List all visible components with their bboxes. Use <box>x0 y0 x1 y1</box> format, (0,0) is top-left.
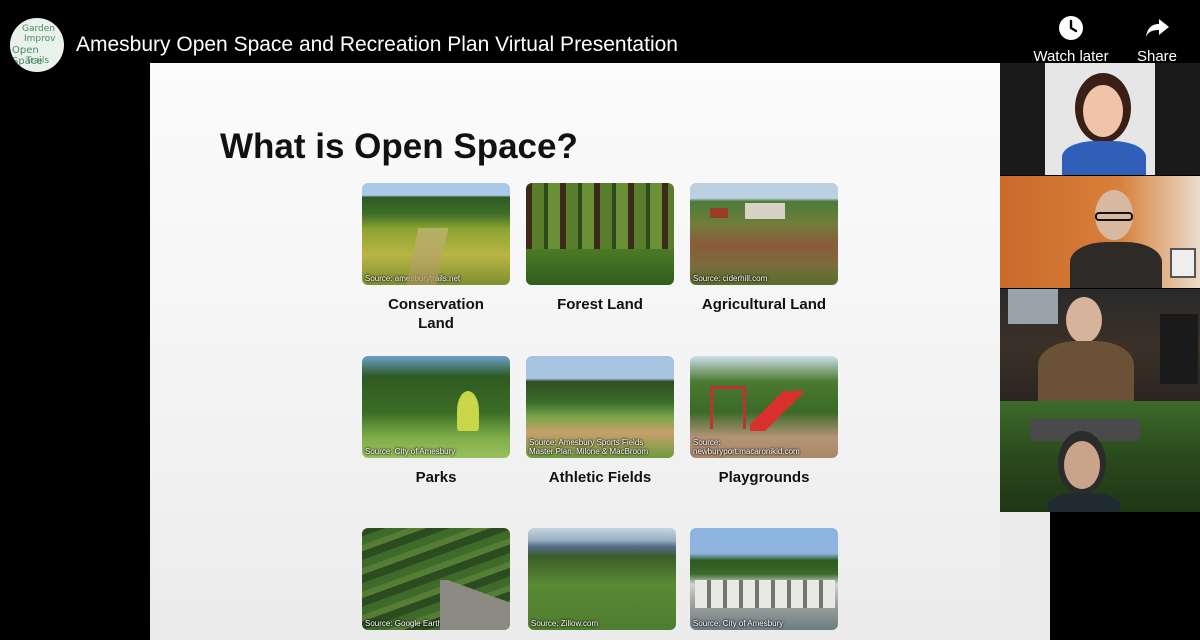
participant-face <box>1066 297 1102 343</box>
photo-source: Source: Amesbury Sports Fields Master Pl… <box>529 438 649 456</box>
tile-tree-line: Source: Google Earth <box>362 528 510 630</box>
photo-source: Source: City of Amesbury <box>693 619 784 628</box>
aerial-view-photo: Source: Zillow.com <box>528 528 676 630</box>
photo-source: Source: City of Amesbury <box>365 447 456 456</box>
video-title[interactable]: Amesbury Open Space and Recreation Plan … <box>76 33 678 57</box>
avatar-word: Improv <box>24 34 56 44</box>
share-button[interactable]: Share <box>1112 14 1200 65</box>
playgrounds-photo: Source: newburyport.macaronikid.com <box>690 356 838 458</box>
aerial-trees-photo: Source: Google Earth <box>362 528 510 630</box>
wall-frame <box>1170 248 1196 278</box>
tile-caption: Conservation Land <box>388 296 484 332</box>
participant-body <box>1038 341 1134 401</box>
presentation-slide: What is Open Space? Source: amesburytrai… <box>150 63 1000 640</box>
tile-caption: Parks <box>415 469 457 486</box>
parks-photo: Source: City of Amesbury <box>362 356 510 458</box>
participant-face <box>1064 441 1100 489</box>
athletic-fields-photo: Source: Amesbury Sports Fields Master Pl… <box>526 356 674 458</box>
clock-icon <box>1059 16 1083 40</box>
tile-athletic-fields: Source: Amesbury Sports Fields Master Pl… <box>526 356 674 487</box>
tile-conservation-land: Source: amesburytrails.net Conservation … <box>362 183 510 333</box>
photo-source: Source: newburyport.macaronikid.com <box>693 438 800 456</box>
participant-body <box>1062 141 1146 175</box>
tile-forest-land: Source: masswoods.org Forest Land <box>526 183 674 314</box>
slide-edge <box>1000 512 1050 640</box>
photo-source: Source: ciderhill.com <box>693 274 768 283</box>
participant-video-4 <box>1000 401 1200 512</box>
participant-body <box>1048 493 1120 512</box>
window-blinds <box>1008 289 1058 324</box>
tile-caption: Athletic Fields <box>548 469 652 486</box>
participant-face <box>1083 85 1123 137</box>
glasses-icon <box>1095 212 1133 221</box>
photo-source: Source: amesburytrails.net <box>365 274 461 283</box>
tile-agricultural-land: Source: ciderhill.com Agricultural Land <box>690 183 838 314</box>
tile-caption: Forest Land <box>557 296 643 313</box>
dam-photo: Source: City of Amesbury <box>690 528 838 630</box>
photo-source: Source: masswoods.org <box>529 274 615 283</box>
participant-video-1 <box>1000 63 1200 175</box>
watch-later-button[interactable]: Watch later <box>1026 14 1116 65</box>
tile-playgrounds: Source: newburyport.macaronikid.com Play… <box>690 356 838 487</box>
participant-video-2 <box>1000 176 1200 288</box>
forest-land-photo: Source: masswoods.org <box>526 183 674 285</box>
tile-caption: Agricultural Land <box>701 296 827 313</box>
monitor <box>1160 314 1198 384</box>
slide-title: What is Open Space? <box>220 127 578 166</box>
avatar-word: Garden <box>22 24 55 34</box>
photo-source: Source: Google Earth <box>365 619 442 628</box>
tile-aerial-view: Source: Zillow.com <box>528 528 676 630</box>
tile-dam: Source: City of Amesbury <box>690 528 838 630</box>
agricultural-land-photo: Source: ciderhill.com <box>690 183 838 285</box>
channel-avatar[interactable]: Garden Improv Open Space Trails <box>10 18 64 72</box>
participant-video-3 <box>1000 289 1200 401</box>
tile-parks: Source: City of Amesbury Parks <box>362 356 510 487</box>
avatar-word: Trails <box>26 56 50 66</box>
tile-caption: Playgrounds <box>718 469 810 486</box>
conservation-land-photo: Source: amesburytrails.net <box>362 183 510 285</box>
participant-body <box>1070 242 1162 288</box>
share-arrow-icon <box>1146 19 1169 37</box>
photo-source: Source: Zillow.com <box>531 619 599 628</box>
